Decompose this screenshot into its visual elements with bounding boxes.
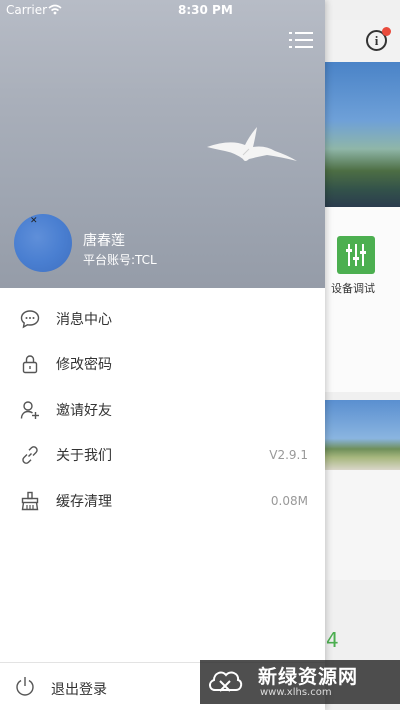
menu-item-invite-friends[interactable]: 邀请好友 <box>0 387 325 433</box>
menu-label: 关于我们 <box>56 448 112 465</box>
clock: 8:30 PM <box>178 3 233 17</box>
landscape-photo <box>325 400 400 470</box>
carrier-label: Carrier <box>6 3 48 17</box>
menu-item-clear-cache[interactable]: 缓存清理 0.08M <box>0 478 325 524</box>
drawer-header: Carrier 8:30 PM ✕ 唐春莲 平台账号:TCL <box>0 0 325 288</box>
user-account: 平台账号:TCL <box>83 253 157 267</box>
notification-badge <box>382 27 391 36</box>
avatar-bird-mark: ✕ <box>30 216 38 226</box>
logout-label: 退出登录 <box>51 682 107 698</box>
cache-size-value: 0.08M <box>270 493 308 508</box>
user-name: 唐春莲 <box>83 233 125 249</box>
drawer-menu: 消息中心 修改密码 邀请好友 关于我们 V2.9.1 缓存清理 0.08M <box>0 296 325 524</box>
seagull-image <box>207 127 297 161</box>
status-bar: Carrier 8:30 PM <box>0 0 325 20</box>
wifi-icon <box>48 4 62 15</box>
watermark: 新绿资源网 www.xlhs.com <box>200 660 400 704</box>
background-lower-card <box>325 470 400 580</box>
menu-label: 消息中心 <box>56 311 112 328</box>
menu-item-change-password[interactable]: 修改密码 <box>0 342 325 388</box>
device-debug-tile[interactable] <box>337 236 375 274</box>
power-icon <box>16 677 34 696</box>
watermark-url: www.xlhs.com <box>260 687 332 698</box>
sliders-icon <box>346 244 366 266</box>
watermark-logo <box>209 671 243 692</box>
link-icon <box>22 446 38 465</box>
partial-number: 4 <box>326 628 339 652</box>
list-menu-icon[interactable] <box>289 30 313 50</box>
menu-item-about-us[interactable]: 关于我们 V2.9.1 <box>0 433 325 479</box>
avatar[interactable]: ✕ <box>14 214 72 272</box>
background-card <box>325 207 400 392</box>
menu-item-messages[interactable]: 消息中心 <box>0 296 325 342</box>
broom-icon <box>21 491 39 510</box>
menu-label: 缓存清理 <box>56 493 112 510</box>
device-debug-label: 设备调试 <box>331 282 375 295</box>
version-value: V2.9.1 <box>269 448 308 463</box>
add-user-icon <box>20 401 39 419</box>
lock-icon <box>22 355 38 374</box>
menu-label: 修改密码 <box>56 357 112 374</box>
side-drawer: Carrier 8:30 PM ✕ 唐春莲 平台账号:TCL 消息中心 修改密码… <box>0 0 325 710</box>
chat-bubble-icon <box>20 310 40 329</box>
menu-label: 邀请好友 <box>56 402 112 419</box>
solar-panel-photo <box>325 62 400 207</box>
watermark-title: 新绿资源网 <box>258 666 359 688</box>
